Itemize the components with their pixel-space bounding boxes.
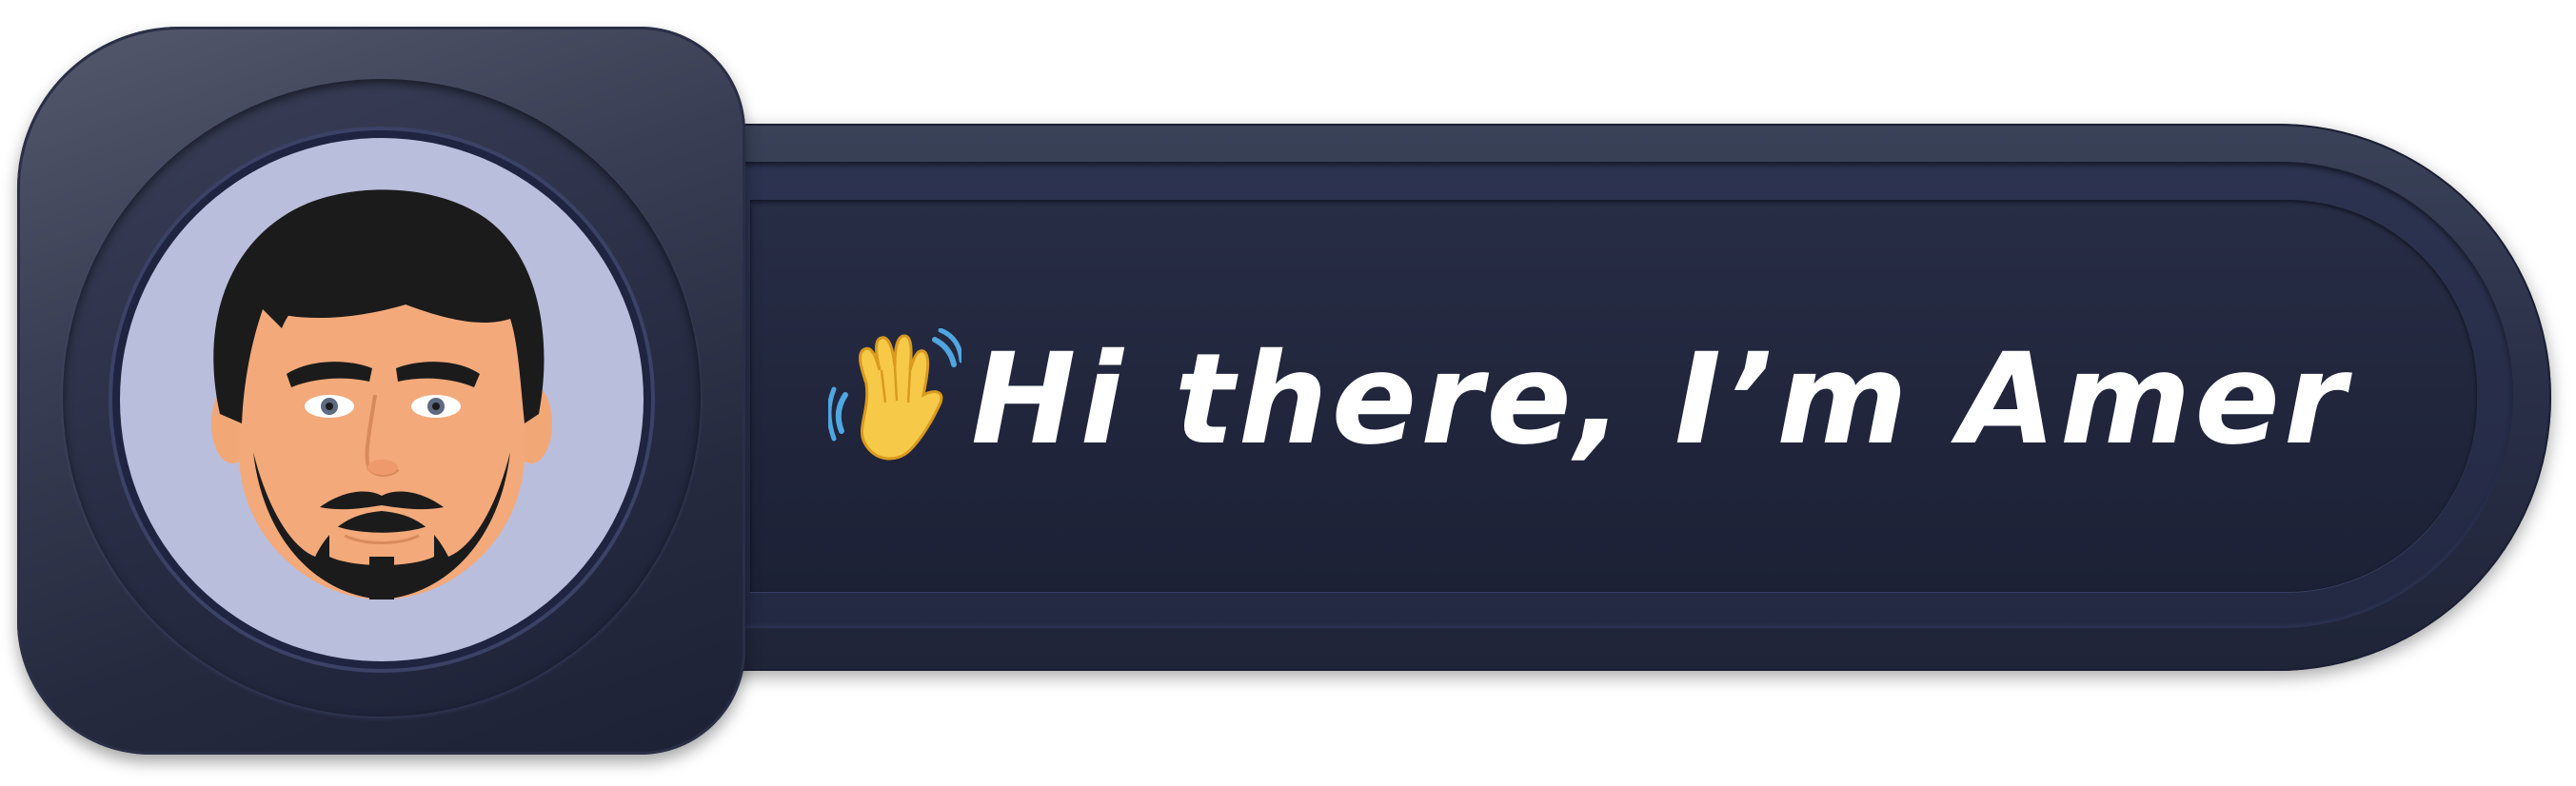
- greeting: Hi there, I’m Amer: [828, 324, 2349, 476]
- avatar: [120, 138, 644, 661]
- avatar-face-icon: [211, 189, 552, 599]
- avatar-ring: [63, 79, 701, 717]
- greeting-text: Hi there, I’m Amer: [971, 326, 2350, 473]
- avatar-box: [17, 27, 745, 755]
- waving-hand-icon: [828, 328, 961, 461]
